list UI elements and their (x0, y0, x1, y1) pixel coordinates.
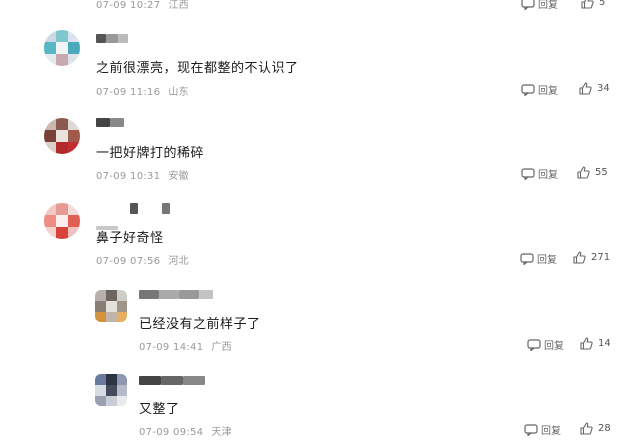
like-count: 55 (595, 167, 608, 178)
like-button[interactable]: 14 (580, 337, 611, 350)
reply-button[interactable]: 回复 (520, 251, 557, 266)
reply-icon (521, 83, 535, 96)
reply-button[interactable]: 回复 (521, 0, 558, 11)
comment-text: 鼻子好奇怪 (96, 231, 164, 246)
thumbs-up-icon (580, 422, 593, 435)
reply-label: 回复 (544, 341, 564, 352)
thumbs-up-icon (579, 82, 592, 95)
reply-button[interactable]: 回复 (524, 422, 561, 437)
comment-text: 之前很漂亮，现在都整的不认识了 (96, 61, 299, 76)
reply-label: 回复 (538, 170, 558, 181)
comment-location: 河北 (168, 256, 189, 267)
comment-meta: 07-09 10:31 安徽 (96, 167, 189, 182)
comment-meta: 07-09 11:16 山东 (96, 83, 189, 98)
avatar (95, 290, 127, 322)
avatar (44, 203, 80, 239)
thumbs-up-icon (573, 251, 586, 264)
avatar (44, 118, 80, 154)
reply-button[interactable]: 回复 (521, 166, 558, 181)
avatar (44, 30, 80, 66)
avatar (95, 374, 127, 406)
comment-time: 07-09 09:54 (139, 427, 204, 438)
comment-meta: 07-09 14:41 广西 (139, 338, 232, 353)
comment-meta: 07-09 09:54 天津 (139, 423, 232, 438)
reply-button[interactable]: 回复 (521, 82, 558, 97)
comment-location: 天津 (211, 427, 232, 438)
comment-text: 已经没有之前样子了 (139, 317, 261, 332)
reply-label: 回复 (538, 86, 558, 97)
comment-time: 07-09 14:41 (139, 342, 204, 353)
reply-label: 回复 (541, 426, 561, 437)
like-button[interactable]: 34 (579, 82, 610, 95)
like-count: 34 (597, 83, 610, 94)
comment-location: 安徽 (168, 171, 189, 182)
comment-time: 07-09 07:56 (96, 256, 161, 267)
reply-icon (520, 252, 534, 265)
comment-location: 广西 (211, 342, 232, 353)
like-count: 5 (599, 0, 606, 8)
like-count: 28 (598, 423, 611, 434)
like-button[interactable]: 28 (580, 422, 611, 435)
comment-time: 07-09 10:27 (96, 0, 161, 11)
like-count: 271 (591, 252, 611, 263)
comment-time: 07-09 11:16 (96, 87, 161, 98)
reply-icon (521, 0, 535, 10)
reply-label: 回复 (537, 255, 557, 266)
thumbs-up-icon (581, 0, 594, 9)
comment-location: 山东 (168, 87, 189, 98)
reply-icon (527, 338, 541, 351)
like-button[interactable]: 271 (573, 251, 610, 264)
comment-text: 一把好牌打的稀碎 (96, 146, 205, 161)
reply-icon (524, 423, 538, 436)
reply-icon (521, 167, 535, 180)
comment-list-screen: { "reply_label": "回复", "comments": [ {"t… (0, 0, 640, 442)
comment-text: 又整了 (139, 402, 180, 417)
comment-meta: 07-09 10:27 江西 (96, 0, 189, 11)
thumbs-up-icon (580, 337, 593, 350)
comment-meta: 07-09 07:56 河北 (96, 252, 189, 267)
like-button[interactable]: 55 (577, 166, 608, 179)
comment-location: 江西 (168, 0, 189, 11)
reply-label: 回复 (538, 0, 558, 11)
reply-button[interactable]: 回复 (527, 337, 564, 352)
comment-time: 07-09 10:31 (96, 171, 161, 182)
like-count: 14 (598, 338, 611, 349)
like-button[interactable]: 5 (581, 0, 605, 9)
thumbs-up-icon (577, 166, 590, 179)
